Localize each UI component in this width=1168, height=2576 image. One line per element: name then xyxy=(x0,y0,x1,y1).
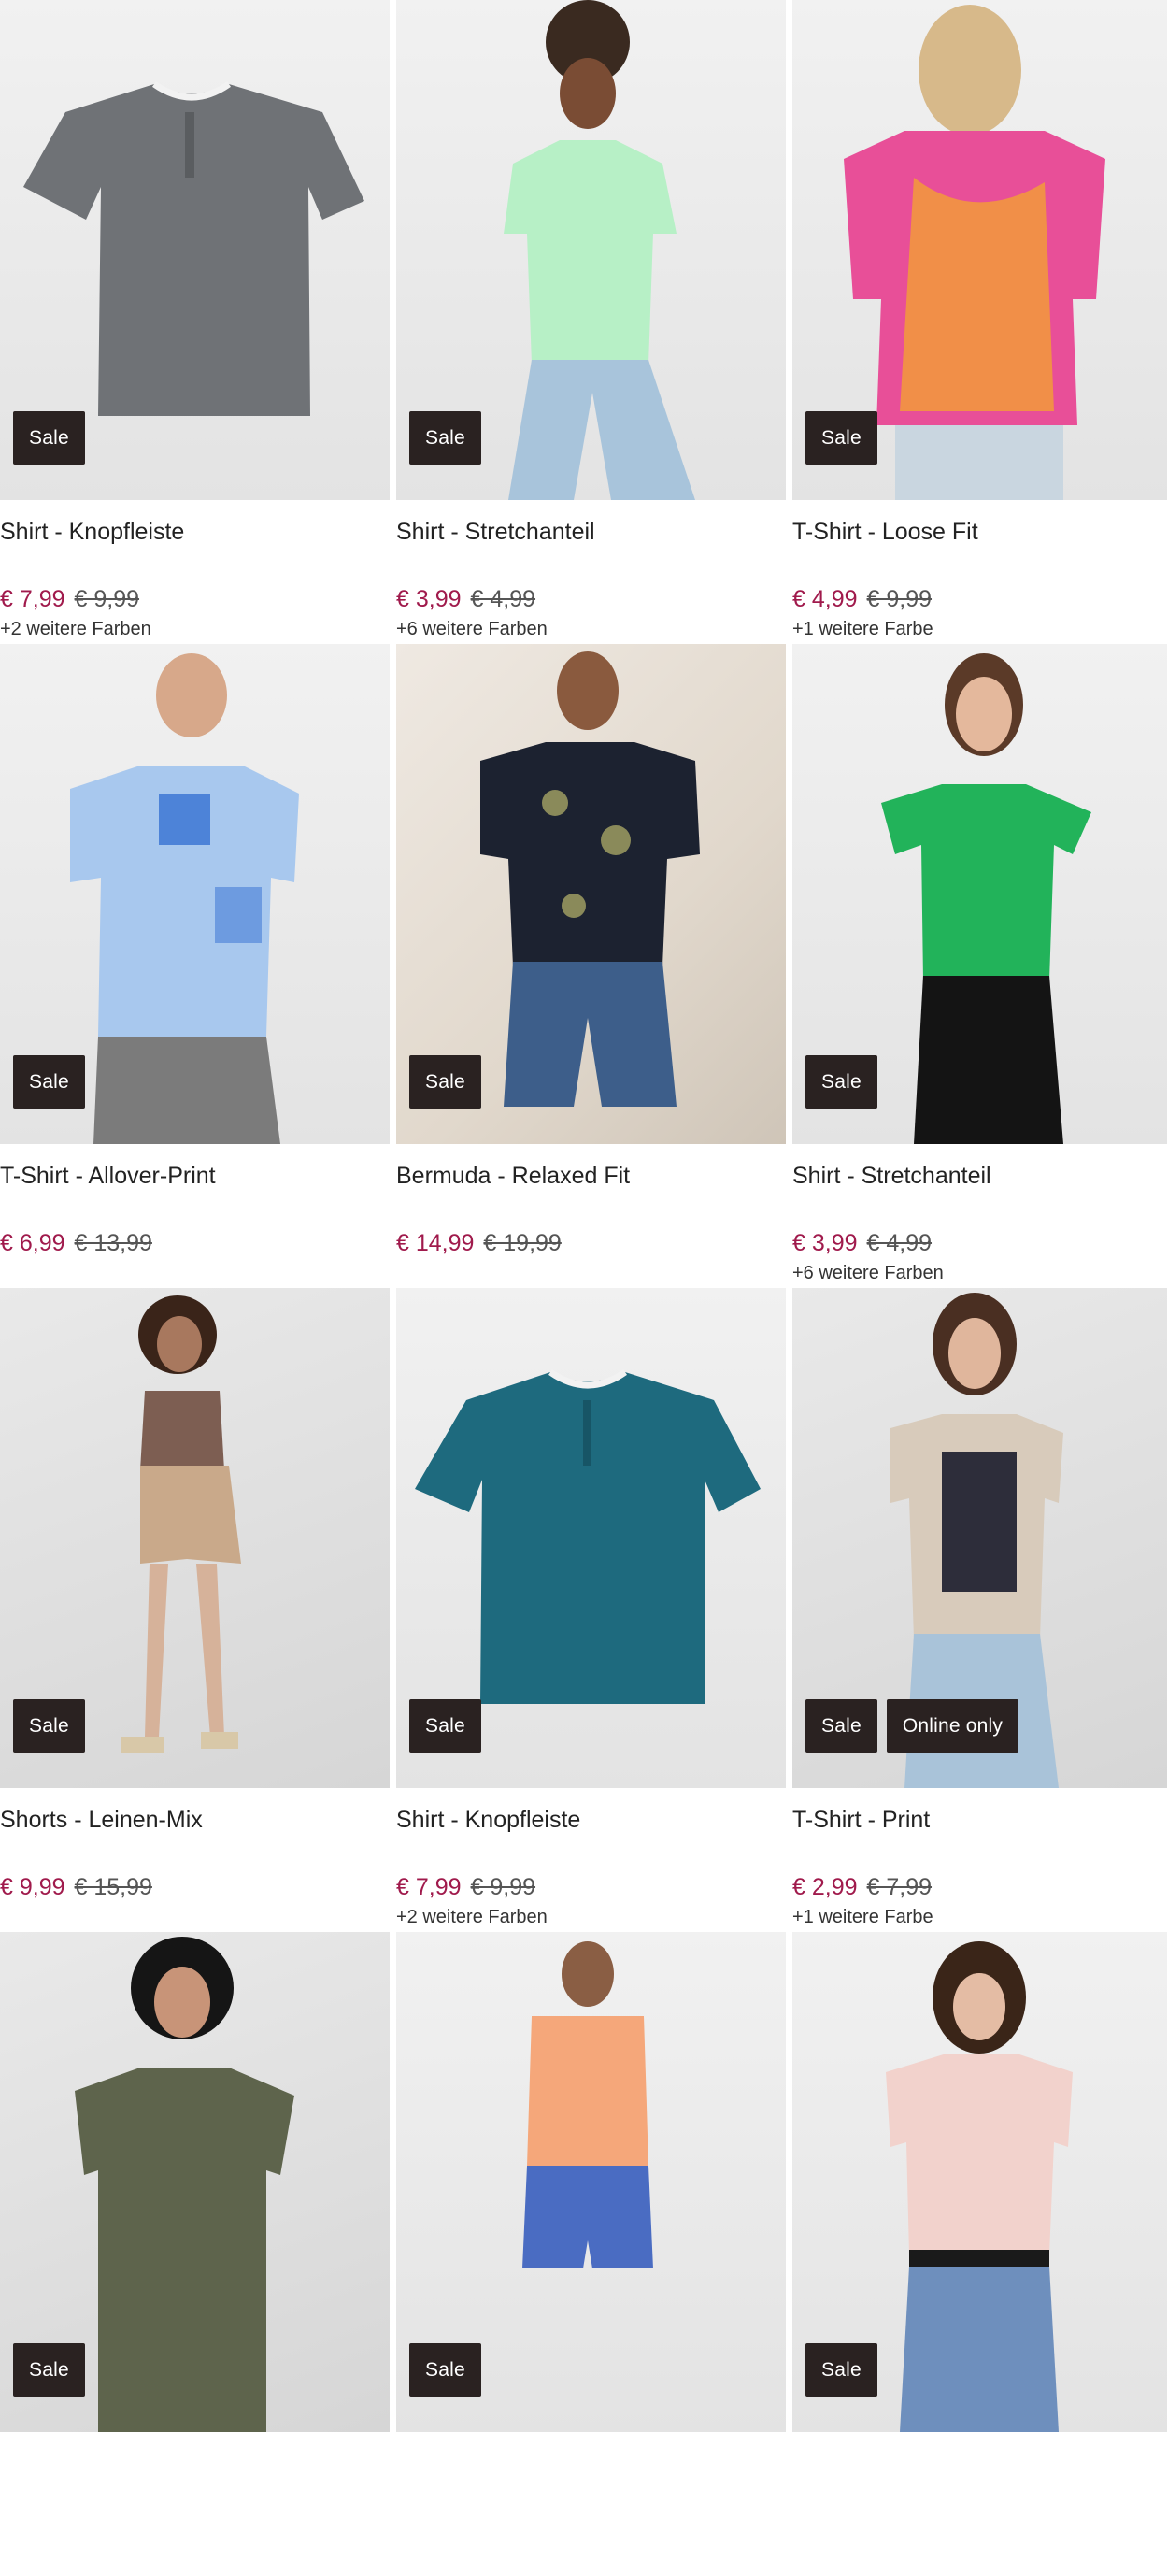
sale-price: € 3,99 xyxy=(396,586,462,612)
more-colors-link[interactable]: +6 weitere Farben xyxy=(792,1263,1167,1284)
product-card[interactable]: Sale T-Shirt - Loose Fit € 4,99 € 9,99 +1… xyxy=(792,0,1167,644)
sale-price: € 3,99 xyxy=(792,1230,858,1256)
old-price: € 9,99 xyxy=(866,586,933,612)
sale-badge: Sale xyxy=(13,1699,85,1753)
product-title[interactable]: Shorts - Leinen-Mix xyxy=(0,1806,390,1834)
more-colors-link[interactable]: +1 weitere Farbe xyxy=(792,1907,1167,1928)
product-card[interactable]: Sale xyxy=(0,1932,390,2576)
product-title[interactable]: T-Shirt - Allover-Print xyxy=(0,1162,390,1190)
product-image[interactable]: Sale xyxy=(792,644,1167,1144)
product-title[interactable]: T-Shirt - Print xyxy=(792,1806,1167,1834)
old-price: € 15,99 xyxy=(74,1874,152,1900)
sale-price: € 7,99 xyxy=(396,1874,462,1900)
sale-badge: Sale xyxy=(13,411,85,465)
product-grid: Sale Shirt - Knopfleiste € 7,99 € 9,99 +2… xyxy=(0,0,1168,2576)
product-card[interactable]: Sale Shirt - Knopfleiste € 7,99 € 9,99 +2… xyxy=(396,1288,786,1932)
sale-price: € 14,99 xyxy=(396,1230,475,1256)
product-card[interactable]: Sale Bermuda - Relaxed Fit € 14,99 € 19,9… xyxy=(396,644,786,1288)
sale-badge: Sale xyxy=(409,1055,481,1109)
product-card[interactable]: Sale Shorts - Leinen-Mix € 9,99 € 15,99 xyxy=(0,1288,390,1932)
sale-price: € 6,99 xyxy=(0,1230,65,1256)
product-image[interactable]: Sale xyxy=(792,1932,1167,2432)
old-price: € 9,99 xyxy=(74,586,140,612)
product-card[interactable]: Sale T-Shirt - Allover-Print € 6,99 € 13,… xyxy=(0,644,390,1288)
sale-badge: Sale xyxy=(13,2343,85,2397)
product-title[interactable]: Bermuda - Relaxed Fit xyxy=(396,1162,786,1190)
old-price: € 19,99 xyxy=(483,1230,562,1256)
product-image[interactable]: Sale xyxy=(396,1932,786,2432)
sale-badge: Sale xyxy=(409,411,481,465)
old-price: € 13,99 xyxy=(74,1230,152,1256)
product-image[interactable]: Sale xyxy=(0,1288,390,1788)
product-title[interactable]: Shirt - Knopfleiste xyxy=(396,1806,786,1834)
product-image[interactable]: Sale xyxy=(396,644,786,1144)
product-card[interactable]: Sale Shirt - Knopfleiste € 7,99 € 9,99 +2… xyxy=(0,0,390,644)
sale-badge: Sale xyxy=(409,2343,481,2397)
sale-price: € 9,99 xyxy=(0,1874,65,1900)
product-title[interactable]: Shirt - Stretchanteil xyxy=(792,1162,1167,1190)
product-image[interactable]: Sale Online only xyxy=(792,1288,1167,1788)
product-title[interactable]: T-Shirt - Loose Fit xyxy=(792,518,1167,546)
more-colors-link[interactable]: +1 weitere Farbe xyxy=(792,619,1167,640)
online-only-badge: Online only xyxy=(886,1699,1019,1753)
sale-price: € 4,99 xyxy=(792,586,858,612)
more-colors-link[interactable]: +2 weitere Farben xyxy=(0,619,390,640)
product-image[interactable]: Sale xyxy=(0,0,390,500)
product-title[interactable]: Shirt - Stretchanteil xyxy=(396,518,786,546)
product-title[interactable]: Shirt - Knopfleiste xyxy=(0,518,390,546)
product-image[interactable]: Sale xyxy=(0,1932,390,2432)
sale-price: € 7,99 xyxy=(0,586,65,612)
product-card[interactable]: Sale Shirt - Stretchanteil € 3,99 € 4,99 … xyxy=(396,0,786,644)
sale-badge: Sale xyxy=(805,1699,877,1753)
more-colors-link[interactable]: +2 weitere Farben xyxy=(396,1907,786,1928)
sale-badge: Sale xyxy=(13,1055,85,1109)
old-price: € 7,99 xyxy=(866,1874,933,1900)
product-image[interactable]: Sale xyxy=(792,0,1167,500)
product-card[interactable]: Sale xyxy=(792,1932,1167,2576)
more-colors-link[interactable]: +6 weitere Farben xyxy=(396,619,786,640)
sale-badge: Sale xyxy=(409,1699,481,1753)
sale-badge: Sale xyxy=(805,2343,877,2397)
old-price: € 9,99 xyxy=(470,1874,536,1900)
old-price: € 4,99 xyxy=(470,586,536,612)
product-image[interactable]: Sale xyxy=(396,1288,786,1788)
old-price: € 4,99 xyxy=(866,1230,933,1256)
sale-price: € 2,99 xyxy=(792,1874,858,1900)
sale-badge: Sale xyxy=(805,1055,877,1109)
product-card[interactable]: Sale xyxy=(396,1932,786,2576)
product-card[interactable]: Sale Online only T-Shirt - Print € 2,99 €… xyxy=(792,1288,1167,1932)
sale-badge: Sale xyxy=(805,411,877,465)
product-image[interactable]: Sale xyxy=(0,644,390,1144)
product-image[interactable]: Sale xyxy=(396,0,786,500)
product-card[interactable]: Sale Shirt - Stretchanteil € 3,99 € 4,99 … xyxy=(792,644,1167,1288)
